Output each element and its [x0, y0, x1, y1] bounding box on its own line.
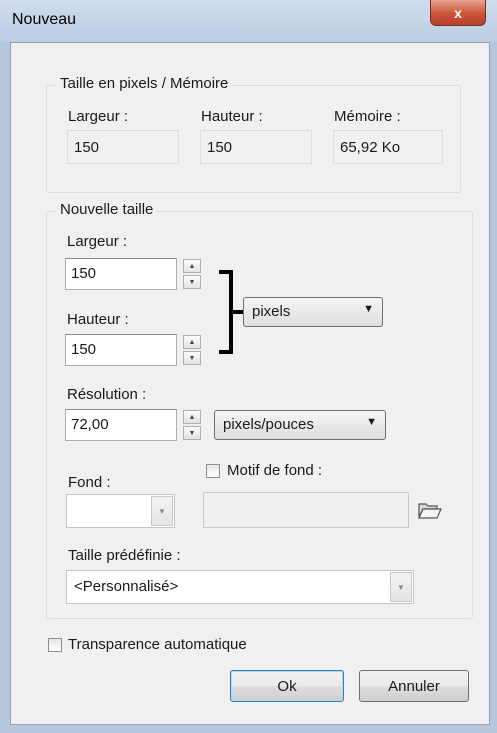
dropdown-arrow-icon[interactable]: ▼	[151, 496, 173, 526]
dropdown-arrow-icon[interactable]: ▼	[390, 572, 412, 602]
spin-up-icon[interactable]: ▲	[183, 410, 201, 424]
preset-select-value: <Personnalisé>	[74, 578, 179, 595]
resolution-label: Résolution :	[67, 386, 147, 403]
dropdown-arrow-icon: ▼	[366, 416, 377, 428]
resolution-unit-select[interactable]: pixels/pouces ▼	[214, 410, 386, 440]
height-input[interactable]: 150	[65, 334, 177, 366]
new-size-group: Nouvelle taille Largeur : 150 ▲ ▼ Hauteu…	[46, 201, 473, 619]
open-folder-icon[interactable]	[417, 499, 443, 521]
current-width-label: Largeur :	[68, 108, 129, 125]
close-icon: x	[454, 4, 462, 21]
memory-value: 65,92 Ko	[333, 130, 443, 164]
spin-down-icon[interactable]: ▼	[183, 426, 201, 440]
height-spinner[interactable]: ▲ ▼	[183, 335, 201, 365]
pattern-checkbox[interactable]	[206, 464, 220, 478]
width-spinner[interactable]: ▲ ▼	[183, 259, 201, 289]
spin-up-icon[interactable]: ▲	[183, 259, 201, 273]
aspect-link-bracket	[219, 270, 233, 354]
auto-transparency-checkbox[interactable]	[48, 638, 62, 652]
spin-down-icon[interactable]: ▼	[183, 275, 201, 289]
dropdown-arrow-icon: ▼	[363, 303, 374, 315]
close-button[interactable]: x	[430, 0, 486, 26]
pixel-size-group: Taille en pixels / Mémoire Largeur : 150…	[46, 75, 461, 193]
unit-select[interactable]: pixels ▼	[243, 297, 383, 327]
resolution-unit-select-value: pixels/pouces	[223, 416, 314, 433]
cancel-button[interactable]: Annuler	[359, 670, 469, 702]
auto-transparency-label: Transparence automatique	[68, 636, 247, 653]
spin-up-icon[interactable]: ▲	[183, 335, 201, 349]
background-color-select[interactable]: ▼	[66, 494, 175, 528]
width-input[interactable]: 150	[65, 258, 177, 290]
ok-button[interactable]: Ok	[230, 670, 344, 702]
dialog-window: Nouveau x Taille en pixels / Mémoire Lar…	[0, 0, 497, 733]
new-size-group-title: Nouvelle taille	[57, 201, 157, 218]
preset-label: Taille prédéfinie :	[68, 547, 181, 564]
window-title: Nouveau	[12, 11, 77, 28]
pattern-checkbox-label: Motif de fond :	[227, 462, 323, 479]
height-label: Hauteur :	[67, 311, 129, 328]
preset-select[interactable]: <Personnalisé> ▼	[66, 570, 414, 604]
resolution-spinner[interactable]: ▲ ▼	[183, 410, 201, 440]
pattern-field	[203, 492, 409, 528]
spin-down-icon[interactable]: ▼	[183, 351, 201, 365]
current-height-value: 150	[200, 130, 312, 164]
memory-label: Mémoire :	[334, 108, 401, 125]
aspect-link-bracket-tick	[233, 310, 243, 314]
current-height-label: Hauteur :	[201, 108, 263, 125]
current-width-value: 150	[67, 130, 179, 164]
background-label: Fond :	[68, 474, 111, 491]
unit-select-value: pixels	[252, 303, 291, 320]
title-bar[interactable]: Nouveau x	[0, 0, 497, 42]
resolution-input[interactable]: 72,00	[65, 409, 177, 441]
width-label: Largeur :	[67, 233, 128, 250]
dialog-body: Taille en pixels / Mémoire Largeur : 150…	[10, 42, 490, 725]
pixel-size-group-title: Taille en pixels / Mémoire	[57, 75, 232, 92]
